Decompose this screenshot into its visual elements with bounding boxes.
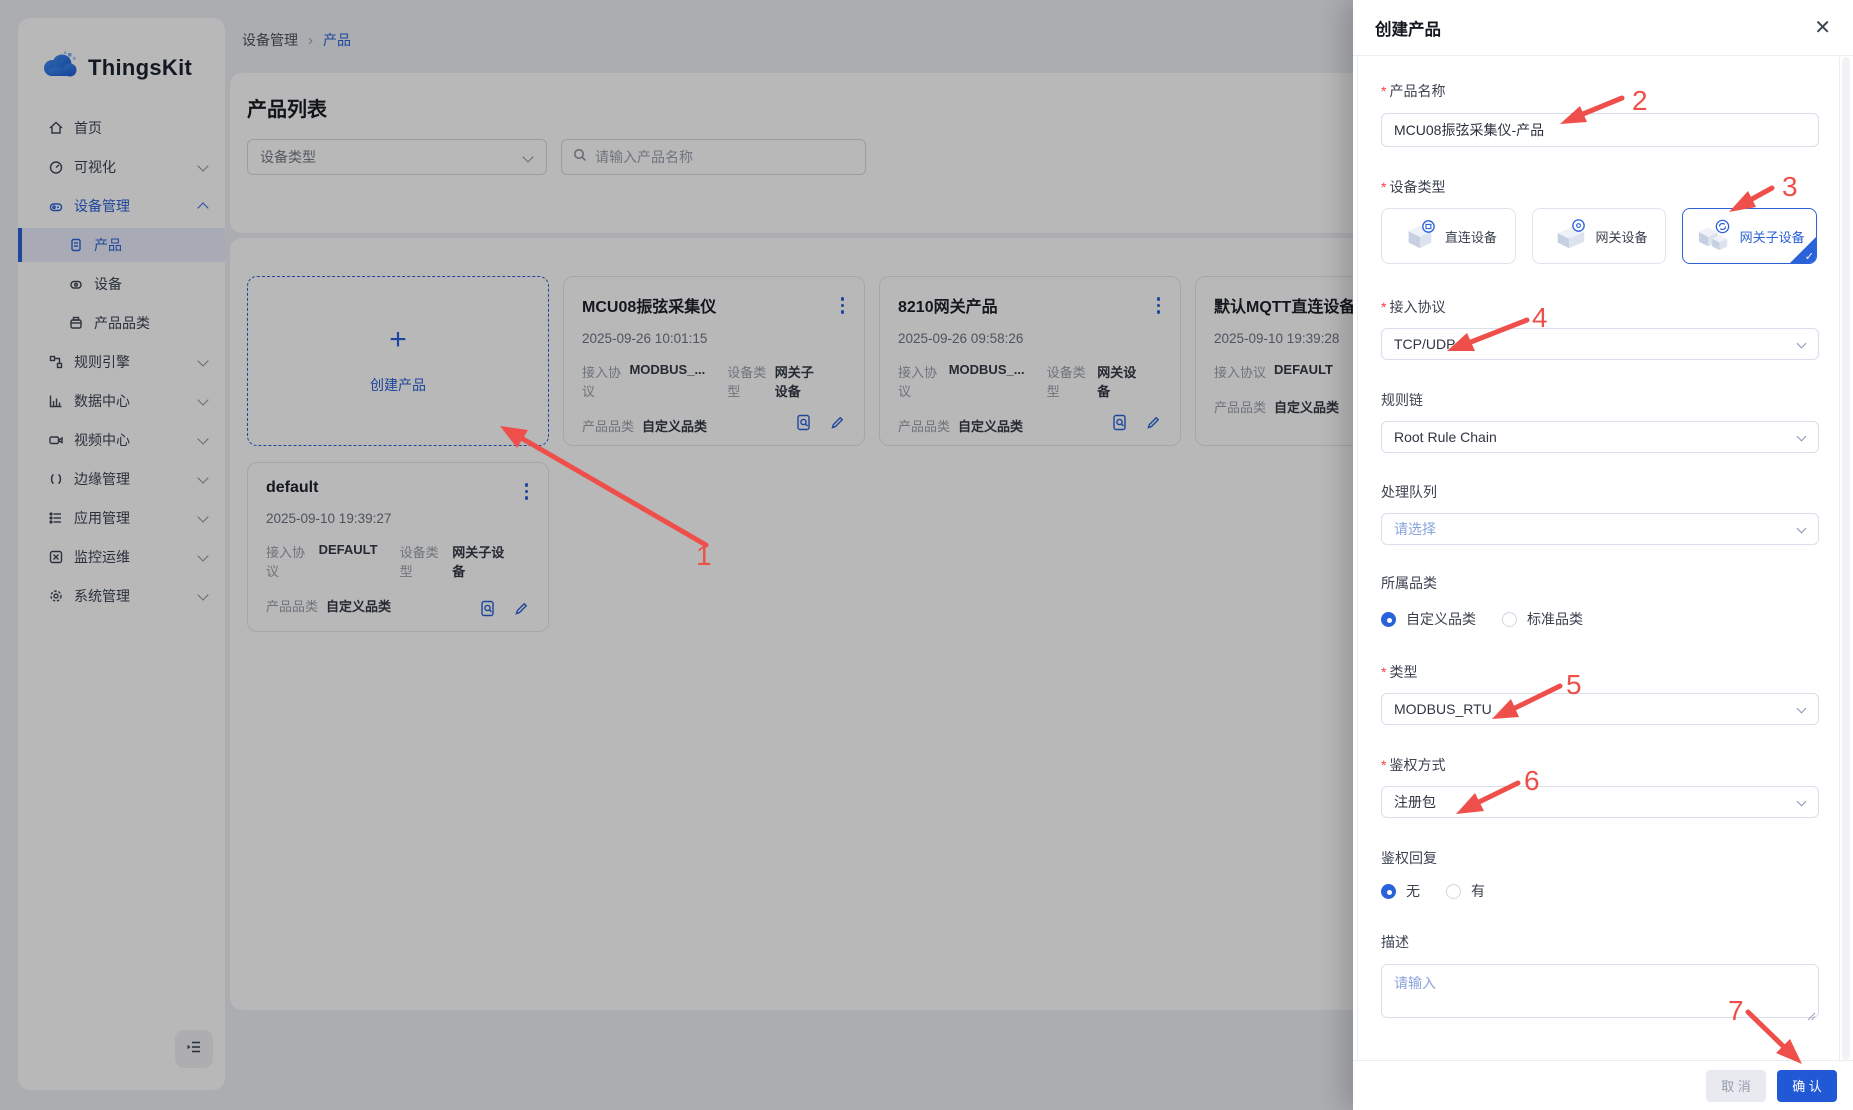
close-icon[interactable]: ✕ (1814, 18, 1831, 38)
protocol-label: 接入协议 (1381, 297, 1817, 317)
drawer-header: 创建产品 ✕ (1353, 0, 1853, 56)
confirm-button[interactable]: 确 认 (1777, 1070, 1837, 1102)
chevron-down-icon (1797, 339, 1807, 349)
radio-custom-category[interactable]: 自定义品类 (1381, 609, 1476, 629)
check-icon: ✓ (1805, 250, 1814, 263)
auth-reply-label: 鉴权回复 (1381, 848, 1817, 868)
device-type-option-direct[interactable]: 直连设备 (1381, 208, 1516, 264)
category-label: 所属品类 (1381, 573, 1817, 593)
protocol-select[interactable]: TCP/UDP (1381, 328, 1819, 360)
radio-auth-reply-none[interactable]: 无 (1381, 881, 1420, 901)
type-select[interactable]: MODBUS_RTU (1381, 693, 1819, 725)
description-textarea[interactable] (1381, 964, 1819, 1018)
app-root: ThingsKit 首页 可视化 设备管理 (0, 0, 1853, 1110)
radio-dot (1381, 612, 1396, 627)
direct-device-icon (1400, 218, 1438, 255)
rule-chain-label: 规则链 (1381, 390, 1817, 410)
device-type-label: 设备类型 (1381, 177, 1817, 197)
queue-label: 处理队列 (1381, 482, 1817, 502)
product-name-label: 产品名称 (1381, 81, 1817, 101)
description-label: 描述 (1381, 932, 1817, 952)
radio-dot (1446, 884, 1461, 899)
chevron-down-icon (1797, 432, 1807, 442)
device-type-option-gateway-sub[interactable]: 网关子设备 ✓ (1682, 208, 1817, 264)
device-type-option-gateway[interactable]: 网关设备 (1532, 208, 1667, 264)
chevron-down-icon (1797, 524, 1807, 534)
device-type-options: 直连设备 网关设备 (1381, 208, 1817, 264)
drawer-form: 产品名称 设备类型 直连设备 (1357, 57, 1840, 1060)
auth-select[interactable]: 注册包 (1381, 786, 1819, 818)
gateway-sub-device-icon (1695, 218, 1733, 255)
drawer-title: 创建产品 (1375, 16, 1441, 40)
chevron-down-icon (1797, 704, 1807, 714)
auth-label: 鉴权方式 (1381, 755, 1817, 775)
cancel-button[interactable]: 取 消 (1706, 1070, 1766, 1102)
radio-standard-category[interactable]: 标准品类 (1502, 609, 1583, 629)
auth-reply-radio-group: 无 有 (1381, 880, 1817, 902)
radio-dot (1502, 612, 1517, 627)
queue-select[interactable]: 请选择 (1381, 513, 1819, 545)
chevron-down-icon (1797, 797, 1807, 807)
drawer-footer: 取 消 确 认 (1353, 1060, 1853, 1110)
product-name-input[interactable] (1381, 113, 1819, 147)
radio-dot (1381, 884, 1396, 899)
category-radio-group: 自定义品类 标准品类 (1381, 608, 1817, 630)
gateway-device-icon (1551, 218, 1589, 255)
type-label: 类型 (1381, 662, 1817, 682)
drawer-scrollbar[interactable] (1842, 57, 1850, 1060)
create-product-drawer: 创建产品 ✕ 产品名称 设备类型 (1353, 0, 1853, 1110)
rule-chain-select[interactable]: Root Rule Chain (1381, 421, 1819, 453)
radio-auth-reply-yes[interactable]: 有 (1446, 881, 1485, 901)
